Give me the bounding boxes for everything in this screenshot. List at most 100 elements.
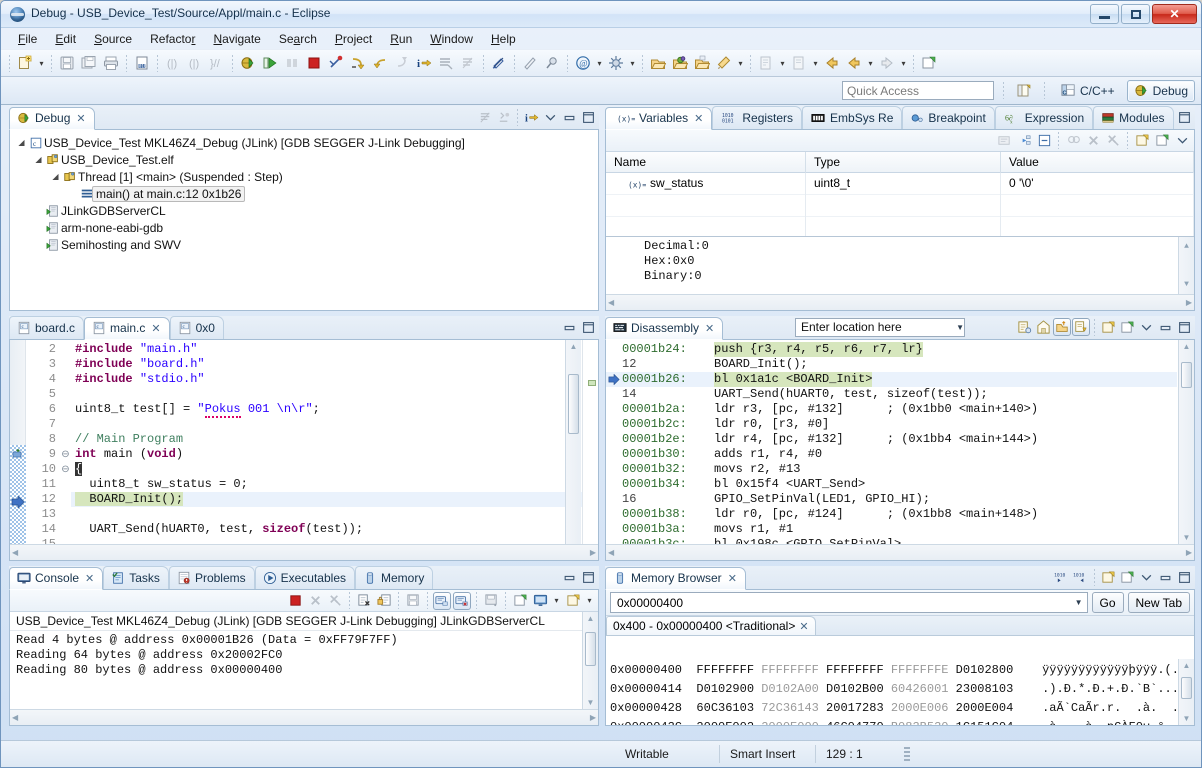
menu-project[interactable]: Project	[326, 30, 381, 48]
memory-word[interactable]: 2000E004	[956, 701, 1014, 715]
editor-line[interactable]: #include "stdio.h"	[71, 372, 598, 387]
disassembly-row[interactable]: 00001b3c:bl 0x198c <GPIO_SetPinVal>	[606, 537, 1177, 544]
memory-word[interactable]: 2000E000	[761, 720, 819, 725]
pin-icon[interactable]	[541, 52, 563, 74]
menu-window[interactable]: Window	[421, 30, 482, 48]
editor-line[interactable]	[71, 387, 598, 402]
open-console-prefs-icon[interactable]	[511, 592, 529, 610]
instruction-stepping-icon[interactable]: i	[413, 52, 435, 74]
memory-word[interactable]: 1C151C04	[956, 720, 1014, 725]
save-output-icon[interactable]	[482, 592, 500, 610]
disassembly-row[interactable]: 00001b26:bl 0x1a1c <BOARD_Init>	[606, 372, 1177, 387]
tab-tasks[interactable]: Tasks	[103, 566, 169, 589]
terminate-icon[interactable]	[303, 52, 325, 74]
disassembly-row[interactable]: 00001b32:movs r2, #13	[606, 462, 1177, 477]
column-name[interactable]: Name	[606, 152, 806, 173]
next-annotation-icon[interactable]: (|)	[184, 52, 206, 74]
disassembly-row[interactable]: 00001b30:adds r1, r4, #0	[606, 447, 1177, 462]
expand-twisty-icon[interactable]: ◢	[50, 172, 61, 181]
menu-refactor[interactable]: Refactor	[141, 30, 204, 48]
tab-expression[interactable]: 6∂xExpression	[995, 106, 1093, 129]
open-type-icon[interactable]	[647, 52, 669, 74]
show-type-names-icon[interactable]	[995, 132, 1013, 150]
last-edit-dropdown-icon[interactable]: ▾	[777, 52, 788, 74]
tab-debug[interactable]: Debug ✕	[9, 107, 95, 130]
debug-icon[interactable]	[237, 52, 259, 74]
open-element-icon[interactable]: @	[572, 52, 594, 74]
menu-search[interactable]: Search	[270, 30, 326, 48]
search-dropdown-icon[interactable]: ▾	[735, 52, 746, 74]
last-edit-icon[interactable]	[755, 52, 777, 74]
disconnect-icon[interactable]	[325, 52, 347, 74]
back-dropdown-icon[interactable]: ▾	[865, 52, 876, 74]
close-icon[interactable]: ✕	[728, 572, 737, 585]
new-view-icon[interactable]	[1099, 318, 1117, 336]
menu-help[interactable]: Help	[482, 30, 525, 48]
memory-row[interactable]: 0x00000400 FFFFFFFF FFFFFFFF FFFFFFFF FF…	[610, 661, 1177, 680]
memory-word[interactable]: FFFFFFFF	[761, 663, 819, 677]
view-menu-icon[interactable]	[1137, 568, 1155, 586]
memory-word[interactable]: FFFFFFFE	[891, 663, 949, 677]
perspective-cpp[interactable]: C C/C++	[1054, 80, 1122, 102]
memory-word[interactable]: 20017283	[826, 701, 884, 715]
editor-line[interactable]: uint8_t sw_status = 0;	[71, 477, 598, 492]
editor-line[interactable]: {	[71, 462, 598, 477]
editor-overview-ruler[interactable]	[582, 340, 598, 560]
menu-navigate[interactable]: Navigate	[204, 30, 269, 48]
show-source-icon[interactable]	[1053, 318, 1071, 336]
tab-variables[interactable]: (x)=Variables✕	[605, 107, 712, 130]
open-element-dropdown-icon[interactable]: ▾	[594, 52, 605, 74]
memory-monitor-tab[interactable]: 0x400 - 0x00000400 <Traditional> ✕	[606, 616, 816, 635]
view-menu-icon[interactable]	[1173, 132, 1191, 150]
editor-line[interactable]: #include "board.h"	[71, 357, 598, 372]
memory-row[interactable]: 0x0000043C 2000E002 2000E000 46C04770 B0…	[610, 718, 1177, 725]
debug-config-icon[interactable]	[605, 52, 627, 74]
show-logical-structure-icon[interactable]	[1015, 132, 1033, 150]
tab-problems[interactable]: Problems	[169, 566, 255, 589]
run-icon[interactable]	[259, 52, 281, 74]
memory-word[interactable]: D0102900	[696, 682, 754, 696]
editor-tab-board-c[interactable]: cboard.c	[9, 316, 84, 339]
toggle-split-pane-icon[interactable]: 1010	[1053, 568, 1071, 586]
menu-run[interactable]: Run	[381, 30, 421, 48]
memory-word[interactable]: 46C04770	[826, 720, 884, 725]
minimize-button[interactable]	[1090, 4, 1119, 24]
column-value[interactable]: Value	[1001, 152, 1194, 173]
disassembly-row[interactable]: 12BOARD_Init();	[606, 357, 1177, 372]
step-return-icon[interactable]	[391, 52, 413, 74]
open-resource-icon[interactable]	[691, 52, 713, 74]
remove-all-terminated-icon[interactable]	[326, 592, 344, 610]
debug-tree-item[interactable]: ◢USB_Device_Test.elf	[16, 151, 598, 168]
terminate-icon[interactable]	[286, 592, 304, 610]
new-wizard-dropdown-icon[interactable]: ▾	[36, 52, 47, 74]
close-button[interactable]: ✕	[1152, 4, 1197, 24]
disassembly-row[interactable]: 00001b34:bl 0x15f4 <UART_Send>	[606, 477, 1177, 492]
memory-word[interactable]: D0102800	[956, 663, 1014, 677]
editor-line[interactable]: #include "main.h"	[71, 342, 598, 357]
prev-annotation-icon[interactable]: (|)	[162, 52, 184, 74]
memory-vscrollbar[interactable]: ▲ ▼	[1178, 659, 1194, 725]
pause-icon[interactable]	[281, 52, 303, 74]
location-input[interactable]: Enter location here ▼	[795, 318, 965, 337]
editor-tab-0x0[interactable]: c0x0	[170, 316, 224, 339]
editor-line[interactable]: int main (void)	[71, 447, 598, 462]
disassembly-row[interactable]: 00001b3a:movs r1, #1	[606, 522, 1177, 537]
watch-icon[interactable]	[1064, 132, 1082, 150]
memory-word[interactable]: FFFFFFFF	[826, 663, 884, 677]
remove-all-breakpoints-icon[interactable]	[435, 52, 457, 74]
debug-tree-item[interactable]: main() at main.c:12 0x1b26	[16, 185, 598, 202]
display-selected-console-icon[interactable]	[531, 592, 549, 610]
tab-modules[interactable]: Modules	[1093, 106, 1173, 129]
tab-memory-browser[interactable]: Memory Browser ✕	[605, 567, 746, 590]
memory-word[interactable]: FFFFFFFF	[696, 663, 754, 677]
instruction-stepping-icon[interactable]: i	[522, 108, 540, 126]
maximize-view-icon[interactable]	[579, 318, 597, 336]
back-icon[interactable]	[821, 52, 843, 74]
disassembly-row[interactable]: 00001b24:push {r3, r4, r5, r6, r7, lr}	[606, 342, 1177, 357]
remove-icon[interactable]	[1084, 132, 1102, 150]
memory-word[interactable]: 23008103	[956, 682, 1014, 696]
debug-config-dropdown-icon[interactable]: ▾	[627, 52, 638, 74]
editor-source-text[interactable]: #include "main.h"#include "board.h"#incl…	[71, 340, 598, 560]
disassembly-vscrollbar[interactable]: ▲ ▼	[1178, 340, 1194, 544]
new-wizard-icon[interactable]	[14, 52, 36, 74]
